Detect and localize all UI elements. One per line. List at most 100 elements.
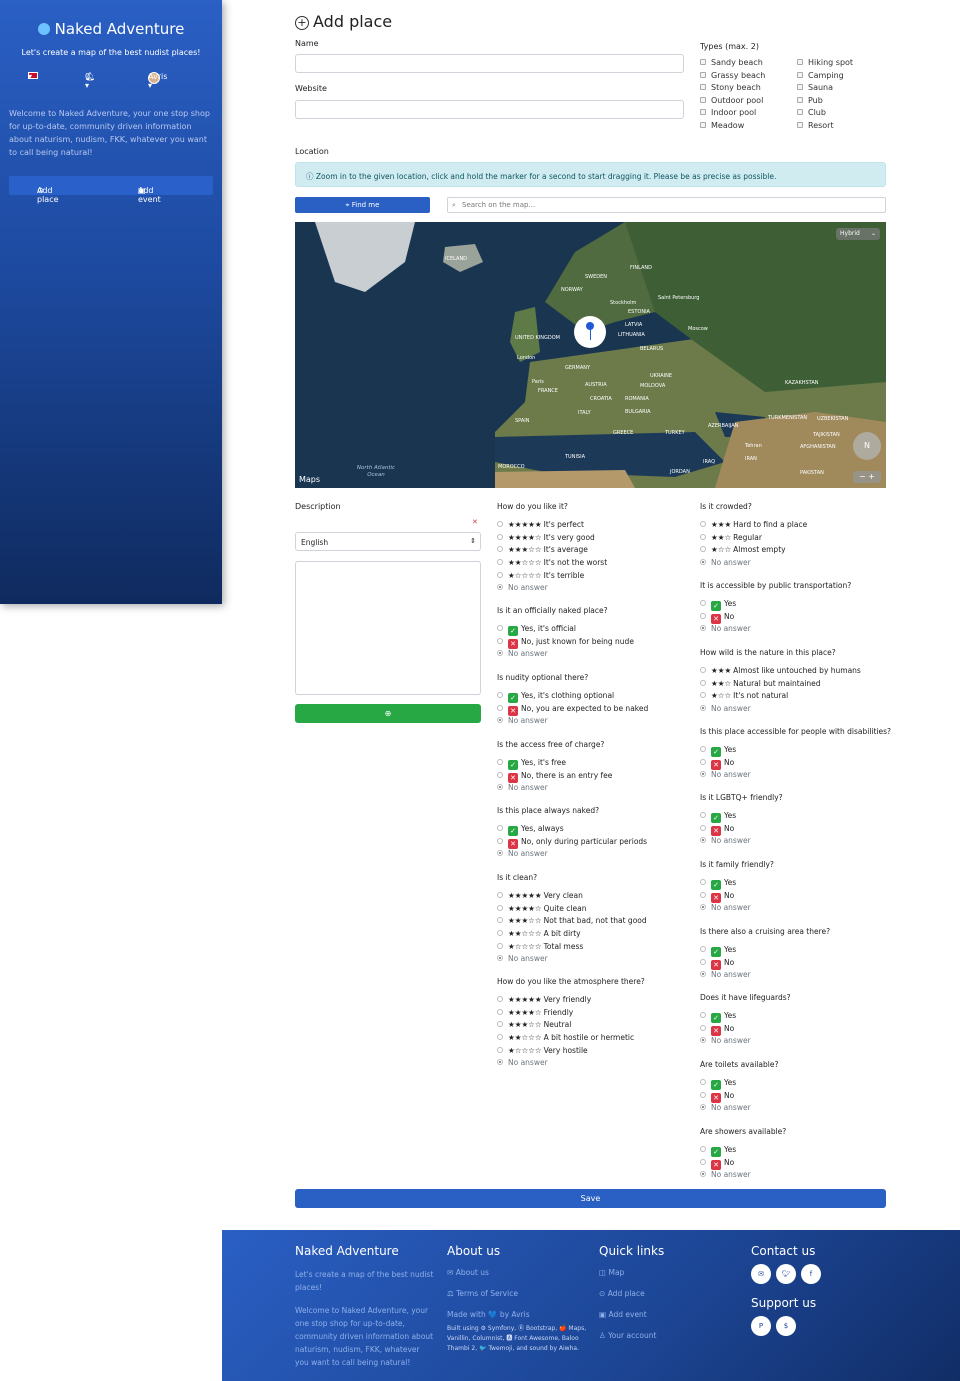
radio-button[interactable] (700, 758, 706, 765)
radio-button[interactable] (497, 704, 503, 711)
website-input[interactable] (295, 100, 684, 119)
radio-button[interactable] (497, 637, 503, 644)
radio-button[interactable] (700, 600, 706, 606)
radio-button[interactable] (497, 850, 503, 857)
radio-button[interactable] (700, 1104, 706, 1111)
answer-option[interactable]: ✕ No, just known for being nude (497, 636, 697, 649)
answer-option[interactable]: ★★☆☆☆ It's not the worst (497, 557, 697, 570)
zoom-out-icon[interactable]: − (859, 472, 866, 481)
radio-button[interactable] (497, 546, 503, 553)
answer-option[interactable]: ✕ No (700, 611, 900, 624)
type-option[interactable]: Stony beach (700, 83, 765, 96)
radio-button[interactable] (700, 879, 706, 885)
radio-button[interactable] (700, 746, 706, 752)
name-input[interactable] (295, 54, 684, 73)
patreon-icon[interactable]: P (751, 1316, 771, 1336)
answer-option[interactable]: ★☆☆ It's not natural (700, 690, 900, 703)
radio-button[interactable] (700, 771, 706, 778)
answer-option[interactable]: ✓ Yes (700, 810, 900, 823)
answer-option[interactable]: ✓ Yes, always (497, 823, 697, 836)
answer-option[interactable]: ★★★ Hard to find a place (700, 519, 900, 532)
radio-button[interactable] (497, 1046, 503, 1053)
radio-button[interactable] (700, 1146, 706, 1152)
map[interactable]: ICELAND SWEDEN FINLAND NORWAY Stockholm Saint… (295, 222, 886, 488)
type-checkbox[interactable] (700, 96, 706, 103)
radio-button[interactable] (497, 717, 503, 724)
type-checkbox[interactable] (797, 109, 803, 116)
type-checkbox[interactable] (700, 71, 706, 78)
answer-option[interactable]: ★★★☆☆ Neutral (497, 1019, 697, 1032)
footer-account-link[interactable]: ♙ Your account (599, 1331, 739, 1352)
remove-icon[interactable]: ✕ (472, 518, 478, 526)
answer-option[interactable]: ✓ Yes, it's clothing optional (497, 690, 697, 703)
radio-button[interactable] (497, 930, 503, 937)
type-option[interactable]: Sandy beach (700, 58, 765, 71)
type-option[interactable]: Grassy beach (700, 71, 765, 84)
type-option[interactable]: Meadow (700, 121, 765, 134)
radio-button[interactable] (700, 904, 706, 911)
type-checkbox[interactable] (700, 59, 706, 65)
type-option[interactable]: Sauna (797, 83, 853, 96)
radio-button[interactable] (497, 625, 503, 631)
answer-option[interactable]: ✕ No, only during particular periods (497, 836, 697, 849)
radio-button[interactable] (700, 692, 706, 699)
answer-option[interactable]: ✕ No (700, 1090, 900, 1103)
footer-about-link[interactable]: ✉ About us (447, 1268, 587, 1289)
answer-option[interactable]: ✕ No (700, 890, 900, 903)
answer-option[interactable]: ★★★★★ It's perfect (497, 519, 697, 532)
find-me-button[interactable]: ⌖ Find me (295, 197, 430, 213)
answer-option[interactable]: ✓ Yes, it's official (497, 623, 697, 636)
map-type-select[interactable]: Hybrid ⌄ (836, 228, 880, 240)
map-search-input[interactable]: ⌕ Search on the map... (447, 197, 886, 213)
radio-button[interactable] (497, 521, 503, 527)
radio-button[interactable] (700, 837, 706, 844)
radio-button[interactable] (497, 771, 503, 778)
radio-button[interactable] (497, 837, 503, 844)
answer-option[interactable]: ✓ Yes (700, 944, 900, 957)
answer-option[interactable]: ★★☆ Regular (700, 532, 900, 545)
answer-option[interactable]: ★☆☆☆☆ It's terrible (497, 570, 697, 583)
radio-button[interactable] (497, 904, 503, 911)
type-option[interactable]: Resort (797, 121, 853, 134)
answer-option[interactable]: ✕ No, there is an entry fee (497, 770, 697, 783)
radio-button[interactable] (497, 533, 503, 540)
answer-option[interactable]: ✓ Yes (700, 877, 900, 890)
type-option[interactable]: Camping (797, 71, 853, 84)
type-option[interactable]: Club (797, 108, 853, 121)
no-answer-option[interactable]: No answer (497, 582, 697, 595)
radio-button[interactable] (700, 1091, 706, 1098)
no-answer-option[interactable]: No answer (700, 969, 900, 982)
radio-button[interactable] (497, 692, 503, 698)
answer-option[interactable]: ✕ No (700, 1157, 900, 1170)
answer-option[interactable]: ★☆☆ Almost empty (700, 544, 900, 557)
no-answer-option[interactable]: No answer (700, 623, 900, 636)
footer-add-event-link[interactable]: ▣ Add event (599, 1310, 739, 1331)
answer-option[interactable]: ✕ No (700, 823, 900, 836)
radio-button[interactable] (700, 824, 706, 831)
type-checkbox[interactable] (700, 109, 706, 116)
radio-button[interactable] (700, 1158, 706, 1165)
answer-option[interactable]: ★☆☆☆☆ Very hostile (497, 1045, 697, 1058)
answer-option[interactable]: ★★☆☆☆ A bit hostile or hermetic (497, 1032, 697, 1045)
radio-button[interactable] (497, 1008, 503, 1015)
answer-option[interactable]: ✓ Yes (700, 1144, 900, 1157)
radio-button[interactable] (700, 679, 706, 686)
type-option[interactable]: Hiking spot (797, 58, 853, 71)
answer-option[interactable]: ✓ Yes, it's free (497, 757, 697, 770)
add-description-button[interactable]: ⊕ (295, 704, 481, 723)
brand[interactable]: Naked Adventure (0, 20, 222, 38)
answer-option[interactable]: ★★★★★ Very clean (497, 890, 697, 903)
answer-option[interactable]: ★☆☆☆☆ Total mess (497, 941, 697, 954)
no-answer-option[interactable]: No answer (497, 715, 697, 728)
radio-button[interactable] (497, 996, 503, 1002)
radio-button[interactable] (497, 892, 503, 898)
zoom-controls[interactable]: − + (853, 471, 881, 483)
radio-button[interactable] (700, 612, 706, 619)
no-answer-option[interactable]: No answer (700, 703, 900, 716)
twitter-icon[interactable]: 🐦︎ (776, 1264, 796, 1284)
radio-button[interactable] (700, 533, 706, 540)
radio-button[interactable] (700, 946, 706, 952)
radio-button[interactable] (700, 812, 706, 818)
radio-button[interactable] (497, 917, 503, 924)
radio-button[interactable] (700, 891, 706, 898)
